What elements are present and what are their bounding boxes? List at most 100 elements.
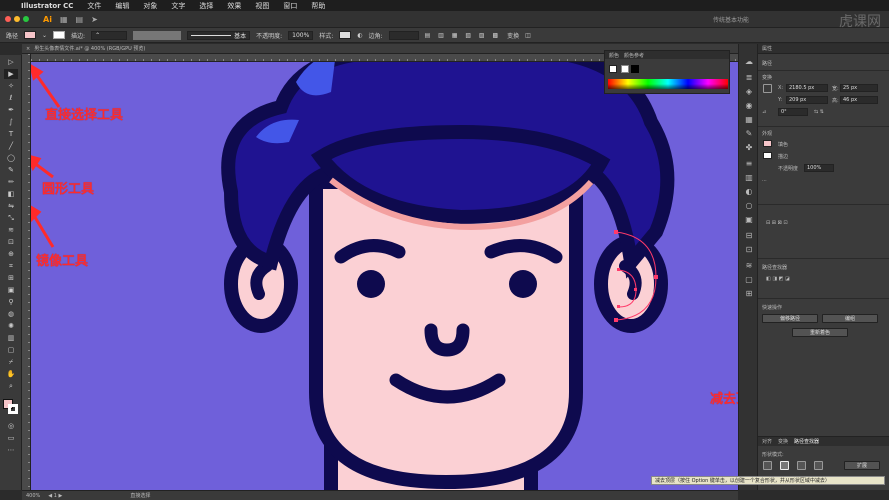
flip-icons[interactable]: ⇆ ⇅ xyxy=(814,109,824,115)
appearance-icon[interactable]: ○ xyxy=(743,200,755,210)
reflect-tool-icon[interactable]: ⇋ xyxy=(4,201,18,211)
minimize-window-button[interactable] xyxy=(14,16,20,22)
minus-front-button-icon[interactable] xyxy=(780,461,789,470)
menu-window[interactable]: 窗口 xyxy=(276,1,304,11)
menu-edit[interactable]: 编辑 xyxy=(108,1,136,11)
properties-title[interactable]: 属性 xyxy=(762,45,772,52)
opacity-field[interactable]: 100% xyxy=(288,30,314,40)
exclude-button-icon[interactable] xyxy=(814,461,823,470)
gradient-icon[interactable]: ▥ xyxy=(743,172,755,182)
brushes-icon[interactable]: ✎ xyxy=(743,128,755,138)
artboards-icon[interactable]: ▢ xyxy=(743,274,755,284)
menu-help[interactable]: 帮助 xyxy=(304,1,332,11)
hand-tool-icon[interactable]: ✋ xyxy=(4,369,18,379)
corner-field[interactable] xyxy=(388,30,419,40)
width-tool-icon[interactable]: ≋ xyxy=(4,225,18,235)
symbols-icon[interactable]: ✤ xyxy=(743,142,755,152)
stroke-weight-field[interactable]: ⌃ xyxy=(91,30,128,40)
edit-toolbar-icon[interactable]: ⋯ xyxy=(4,445,18,455)
status-text[interactable]: 直接选择 xyxy=(130,492,150,499)
perspective-grid-tool-icon[interactable]: ⌗ xyxy=(4,261,18,271)
symbol-sprayer-tool-icon[interactable]: ✺ xyxy=(4,321,18,331)
recolor-icon[interactable]: ◐ xyxy=(357,32,362,39)
scale-tool-icon[interactable]: ⤡ xyxy=(4,213,18,223)
workspace-switcher[interactable]: 传统基本功能 xyxy=(713,15,749,24)
slice-tool-icon[interactable]: ⌿ xyxy=(4,357,18,367)
tab-color-guide[interactable]: 颜色参考 xyxy=(624,52,644,59)
send-icon[interactable]: ➤ xyxy=(91,15,98,24)
artboard-nav-icons[interactable]: ◀ 1 ▶ xyxy=(48,493,62,499)
close-tab-icon[interactable]: × xyxy=(26,46,30,52)
blend-tool-icon[interactable]: ◍ xyxy=(4,309,18,319)
brush-definition-field[interactable]: 基本 xyxy=(187,30,251,40)
eraser-tool-icon[interactable]: ◧ xyxy=(4,189,18,199)
eyedropper-tool-icon[interactable]: ⚲ xyxy=(4,297,18,307)
layers-icon[interactable]: ◈ xyxy=(743,86,755,96)
graphic-styles-icon[interactable]: ▣ xyxy=(743,214,755,224)
fill-dropdown-icon[interactable]: ⌄ xyxy=(42,32,47,39)
isolate-icon[interactable]: ◫ xyxy=(525,32,531,39)
swatches-icon[interactable]: ▦ xyxy=(743,114,755,124)
x-field[interactable]: 2180.5 px xyxy=(786,84,828,92)
unite-button-icon[interactable] xyxy=(763,461,772,470)
zoom-tool-icon[interactable]: ⌕ xyxy=(4,381,18,391)
left-eye[interactable] xyxy=(357,270,385,298)
layers-stack-icon[interactable]: ≋ xyxy=(743,260,755,270)
stroke-icon[interactable]: ≡ xyxy=(743,158,755,168)
angle-field[interactable]: 0° xyxy=(778,108,808,116)
screen-mode-icon[interactable]: ▭ xyxy=(4,433,18,443)
transform-label[interactable]: 变换 xyxy=(507,31,519,40)
type-tool-icon[interactable]: T xyxy=(4,129,18,139)
transform-icon[interactable]: ⊡ xyxy=(743,244,755,254)
none-swatch[interactable] xyxy=(621,65,629,73)
lasso-tool-icon[interactable]: ℓ xyxy=(4,93,18,103)
pencil-tool-icon[interactable]: ✏ xyxy=(4,177,18,187)
menu-type[interactable]: 文字 xyxy=(164,1,192,11)
more-options-icon[interactable]: ⋯ xyxy=(762,178,767,184)
direct-selection-tool-icon[interactable]: ▶ xyxy=(4,69,18,79)
menu-object[interactable]: 对象 xyxy=(136,1,164,11)
y-field[interactable]: 209 px xyxy=(786,96,828,104)
pen-tool-icon[interactable]: ✒ xyxy=(4,105,18,115)
stroke-swatch[interactable] xyxy=(53,31,66,39)
curvature-tool-icon[interactable]: ∫ xyxy=(4,117,18,127)
zoom-level[interactable]: 400% xyxy=(26,493,40,499)
menu-app[interactable]: Illustrator CC xyxy=(14,2,80,10)
selection-tool-icon[interactable]: ▷ xyxy=(4,57,18,67)
free-transform-tool-icon[interactable]: ⊡ xyxy=(4,237,18,247)
artboard-tool-icon[interactable]: ▢ xyxy=(4,345,18,355)
recolor-button[interactable]: 重新着色 xyxy=(792,328,848,337)
links-icon[interactable]: ⊞ xyxy=(743,288,755,298)
magic-wand-tool-icon[interactable]: ✧ xyxy=(4,81,18,91)
transparency-icon[interactable]: ◐ xyxy=(743,186,755,196)
align-icons[interactable]: ▤ ▥ ▦ ▧ ▨ ▩ xyxy=(425,32,502,39)
menu-file[interactable]: 文件 xyxy=(80,1,108,11)
tab-pathfinder[interactable]: 路径查找器 xyxy=(794,438,819,445)
cc-libraries-icon[interactable]: ☁ xyxy=(743,56,755,66)
ellipse-tool-icon[interactable]: ◯ xyxy=(4,153,18,163)
character-illustration[interactable] xyxy=(31,62,738,490)
close-window-button[interactable] xyxy=(5,16,11,22)
line-tool-icon[interactable]: ╱ xyxy=(4,141,18,151)
vertical-ruler[interactable] xyxy=(22,54,31,490)
fill-stroke-mini[interactable] xyxy=(609,65,617,73)
reference-point-icon[interactable] xyxy=(763,84,772,93)
menu-select[interactable]: 选择 xyxy=(192,1,220,11)
graphic-style-swatch[interactable] xyxy=(339,31,352,39)
intersect-button-icon[interactable] xyxy=(797,461,806,470)
color-spectrum[interactable] xyxy=(608,79,728,89)
fill-swatch[interactable] xyxy=(24,31,37,39)
group-button[interactable]: 编组 xyxy=(822,314,878,323)
appearance-opacity-field[interactable]: 100% xyxy=(804,164,834,172)
properties-icon[interactable]: ≣ xyxy=(743,72,755,82)
appearance-stroke-swatch[interactable] xyxy=(763,152,772,159)
black-swatch[interactable] xyxy=(631,65,639,73)
zoom-window-button[interactable] xyxy=(23,16,29,22)
gradient-tool-icon[interactable]: ▣ xyxy=(4,285,18,295)
offset-path-button[interactable]: 偏移路径 xyxy=(762,314,818,323)
shape-builder-tool-icon[interactable]: ⊕ xyxy=(4,249,18,259)
align-icon[interactable]: ⊟ xyxy=(743,230,755,240)
column-graph-tool-icon[interactable]: ▥ xyxy=(4,333,18,343)
color-icon[interactable]: ◉ xyxy=(743,100,755,110)
right-eye[interactable] xyxy=(509,270,537,298)
